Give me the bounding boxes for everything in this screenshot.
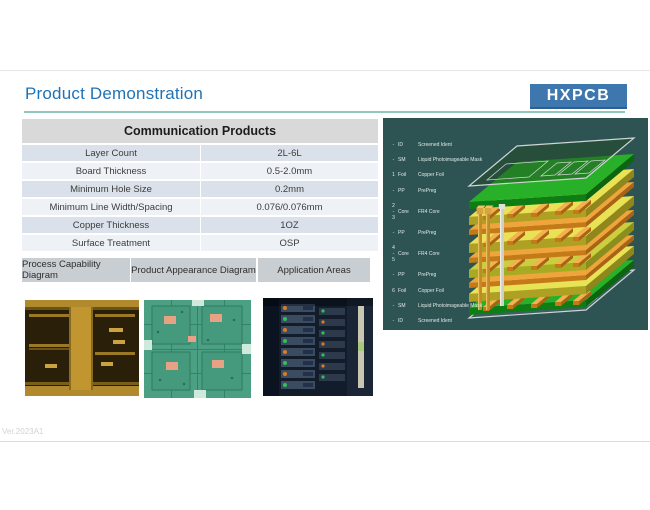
row-label: Copper Thickness	[22, 217, 200, 233]
layer-number: 2 - 3	[389, 203, 398, 221]
spec-table-title: Communication Products	[22, 119, 378, 143]
company-logo: HXPCB	[530, 84, 627, 109]
legend-row: -PPPrePreg	[389, 188, 513, 194]
row-value: 2L-6L	[200, 145, 378, 161]
tab-application-areas[interactable]: Application Areas	[258, 258, 370, 282]
layer-abbr: PP	[398, 188, 418, 194]
tab-process-capability[interactable]: Process Capability Diagram	[22, 258, 130, 282]
tab-product-appearance[interactable]: Product Appearance Diagram	[131, 258, 256, 282]
row-label: Layer Count	[22, 145, 200, 161]
layer-abbr: SM	[398, 157, 418, 163]
layer-number: 4 - 5	[389, 245, 398, 263]
row-label: Board Thickness	[22, 163, 200, 179]
table-row: Surface Treatment OSP	[22, 235, 378, 251]
layer-abbr: PP	[398, 272, 418, 278]
footer-divider	[0, 441, 650, 442]
stackup-panel: -IDScreened Ident -SMLiquid Photoimageab…	[383, 118, 648, 330]
legend-row: -SMLiquid Photoimageable Mask	[389, 303, 513, 309]
title-underline	[24, 111, 625, 113]
layer-abbr: ID	[398, 142, 418, 148]
table-row: Minimum Line Width/Spacing 0.076/0.076mm	[22, 199, 378, 215]
layer-abbr: SM	[398, 303, 418, 309]
layer-number: 6	[389, 288, 398, 294]
layer-abbr: Core	[398, 209, 418, 215]
row-value: 0.5-2.0mm	[200, 163, 378, 179]
page-title: Product Demonstration	[25, 84, 203, 104]
legend-row: -SMLiquid Photoimageable Mask	[389, 157, 513, 163]
legend-row: -IDScreened Ident	[389, 142, 513, 148]
layer-desc: Liquid Photoimageable Mask	[418, 157, 513, 163]
layer-number: -	[389, 230, 398, 236]
layer-abbr: Foil	[398, 288, 418, 294]
layer-desc: FR4 Core	[418, 209, 513, 215]
layer-desc: Liquid Photoimageable Mask	[418, 303, 513, 309]
layer-desc: Copper Foil	[418, 172, 513, 178]
server-rack-photo	[263, 298, 373, 396]
top-divider	[0, 70, 650, 71]
layer-desc: PrePreg	[418, 188, 513, 194]
layer-desc: FR4 Core	[418, 251, 513, 257]
layer-number: -	[389, 142, 398, 148]
layer-number: -	[389, 318, 398, 324]
legend-row: -PPPrePreg	[389, 272, 513, 278]
layer-abbr: Core	[398, 251, 418, 257]
stackup-legend: -IDScreened Ident -SMLiquid Photoimageab…	[389, 142, 513, 324]
row-value: 0.2mm	[200, 181, 378, 197]
table-row: Layer Count 2L-6L	[22, 145, 378, 161]
layer-desc: PrePreg	[418, 272, 513, 278]
layer-number: 1	[389, 172, 398, 178]
spec-table: Communication Products Layer Count 2L-6L…	[22, 119, 378, 253]
layer-abbr: ID	[398, 318, 418, 324]
layer-number: -	[389, 272, 398, 278]
layer-abbr: Foil	[398, 172, 418, 178]
pcb-board-photo	[144, 300, 251, 398]
pcb-cross-section-photo	[25, 300, 139, 396]
layer-desc: Screened Ident	[418, 142, 513, 148]
legend-row: 6FoilCopper Foil	[389, 288, 513, 294]
legend-row: -IDScreened Ident	[389, 318, 513, 324]
layer-desc: Screened Ident	[418, 318, 513, 324]
layer-number: -	[389, 303, 398, 309]
row-label: Surface Treatment	[22, 235, 200, 251]
legend-row: -PPPrePreg	[389, 230, 513, 236]
layer-number: -	[389, 188, 398, 194]
table-row: Copper Thickness 1OZ	[22, 217, 378, 233]
version-label: Ver.2023A1	[2, 427, 43, 436]
row-value: 0.076/0.076mm	[200, 199, 378, 215]
legend-row: 2 - 3CoreFR4 Core	[389, 203, 513, 221]
layer-abbr: PP	[398, 230, 418, 236]
row-value: OSP	[200, 235, 378, 251]
layer-number: -	[389, 157, 398, 163]
row-value: 1OZ	[200, 217, 378, 233]
table-row: Minimum Hole Size 0.2mm	[22, 181, 378, 197]
layer-desc: Copper Foil	[418, 288, 513, 294]
layer-desc: PrePreg	[418, 230, 513, 236]
slide-root: Product Demonstration HXPCB Communicatio…	[0, 0, 650, 510]
legend-row: 1FoilCopper Foil	[389, 172, 513, 178]
table-row: Board Thickness 0.5-2.0mm	[22, 163, 378, 179]
legend-row: 4 - 5CoreFR4 Core	[389, 245, 513, 263]
row-label: Minimum Line Width/Spacing	[22, 199, 200, 215]
row-label: Minimum Hole Size	[22, 181, 200, 197]
